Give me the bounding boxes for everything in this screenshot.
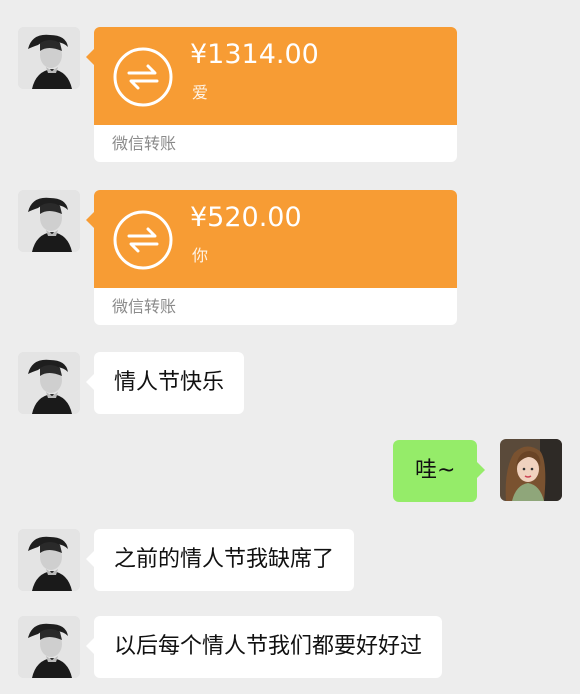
transfer-card-body: ¥520.00 你 (86, 190, 457, 288)
message-bubble[interactable]: 以后每个情人节我们都要好好过 (85, 616, 443, 678)
transfer-arrows-icon (113, 210, 173, 270)
contact-avatar-image (18, 529, 80, 591)
contact-avatar-image (18, 352, 80, 414)
transfer-arrows-icon (113, 47, 173, 107)
transfer-amount: ¥520.00 (190, 202, 302, 233)
transfer-card[interactable]: ¥520.00 你 微信转账 (86, 190, 457, 325)
transfer-memo: 你 (192, 246, 209, 265)
message-bubble[interactable]: 情人节快乐 (85, 352, 245, 414)
transfer-card-body: ¥1314.00 爱 (86, 27, 457, 125)
transfer-card[interactable]: ¥1314.00 爱 微信转账 (86, 27, 457, 162)
contact-avatar[interactable] (18, 27, 80, 89)
contact-avatar[interactable] (18, 190, 80, 252)
contact-avatar[interactable] (18, 352, 80, 414)
transfer-amount: ¥1314.00 (190, 39, 319, 70)
contact-avatar-image (18, 616, 80, 678)
self-avatar[interactable] (500, 439, 562, 501)
contact-avatar-image (18, 27, 80, 89)
contact-avatar[interactable] (18, 529, 80, 591)
contact-avatar[interactable] (18, 616, 80, 678)
transfer-footer: 微信转账 (94, 288, 457, 325)
message-bubble[interactable]: 之前的情人节我缺席了 (85, 529, 355, 591)
contact-avatar-image (18, 190, 80, 252)
self-message-bubble[interactable]: 哇~ (393, 440, 486, 502)
transfer-memo: 爱 (192, 83, 209, 102)
transfer-footer: 微信转账 (94, 125, 457, 162)
self-avatar-image (500, 439, 562, 501)
chat-message-list: ¥1314.00 爱 微信转账 ¥520.00 你 微信转账 情人节快乐 哇~ … (0, 0, 580, 694)
